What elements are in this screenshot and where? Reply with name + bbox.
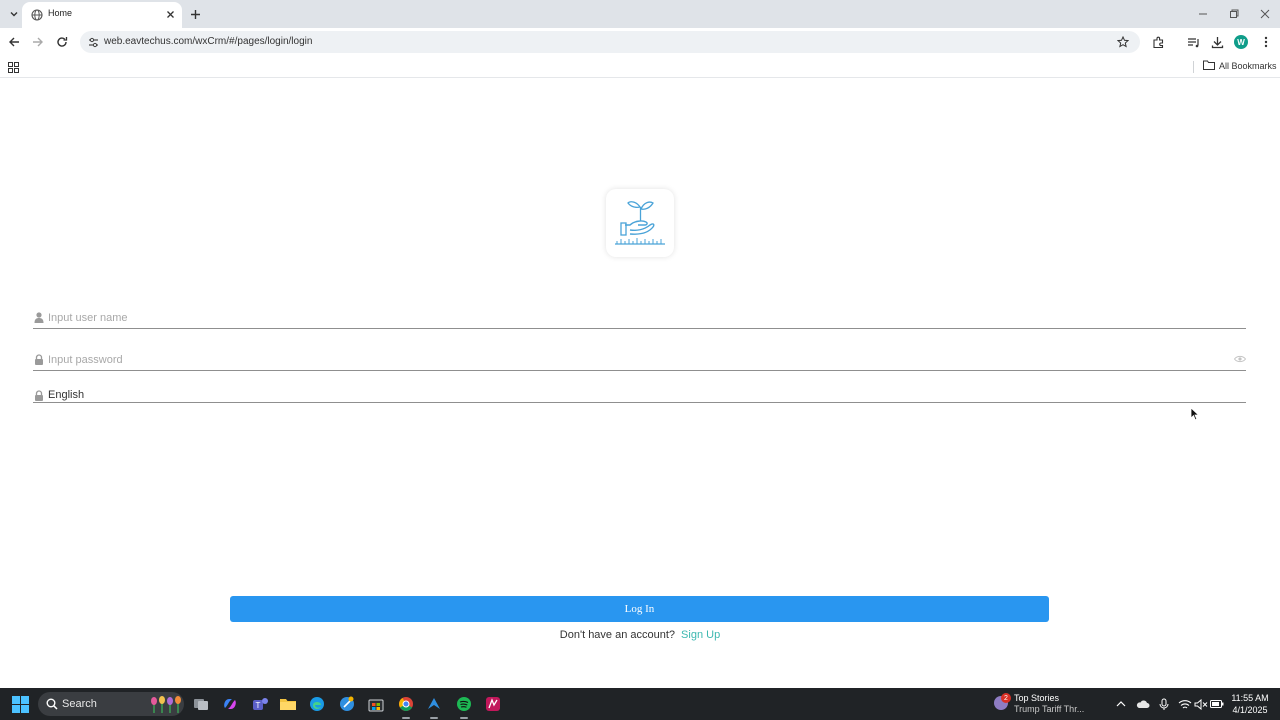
app-icon-pink[interactable]: [483, 694, 503, 714]
login-button[interactable]: Log In: [230, 596, 1049, 622]
minimize-icon[interactable]: [1187, 0, 1218, 28]
forward-arrow-icon[interactable]: [30, 34, 46, 50]
microsoft-store-icon[interactable]: [366, 694, 386, 714]
login-page: English Log In Don't have an account? Sig…: [0, 79, 1280, 688]
chevron-up-icon[interactable]: [1114, 697, 1128, 711]
apps-grid-icon[interactable]: [6, 60, 20, 74]
restore-icon[interactable]: [1218, 0, 1249, 28]
plant-in-hand-icon: [606, 189, 674, 257]
app-icon-blue-circle[interactable]: [337, 694, 357, 714]
copilot-icon[interactable]: [220, 694, 240, 714]
new-tab-plus-icon[interactable]: [188, 7, 202, 21]
onedrive-icon[interactable]: [1136, 697, 1150, 711]
signup-row: Don't have an account? Sign Up: [0, 629, 1280, 641]
taskbar: Search T 2 Top Stories Trump Tariff Thr.…: [0, 688, 1280, 720]
close-tab-icon[interactable]: [164, 8, 176, 20]
back-arrow-icon[interactable]: [6, 34, 22, 50]
news-badge: 2: [1001, 693, 1011, 703]
task-view-icon[interactable]: [191, 694, 211, 714]
user-icon: [33, 311, 45, 323]
windows-start-icon[interactable]: [12, 696, 29, 713]
microphone-icon[interactable]: [1157, 697, 1171, 711]
battery-icon[interactable]: [1210, 697, 1224, 711]
close-window-icon[interactable]: [1249, 0, 1280, 28]
news-title: Top Stories: [1014, 693, 1060, 703]
tab-title: Home: [48, 8, 73, 18]
browser-tab-strip: Home: [0, 0, 1280, 28]
file-explorer-icon[interactable]: [278, 694, 298, 714]
app-icon-blue-arrow[interactable]: [424, 694, 444, 719]
bookmarks-bar: All Bookmarks: [0, 56, 1280, 78]
teams-icon[interactable]: T: [250, 694, 270, 714]
extensions-puzzle-icon[interactable]: [1150, 34, 1166, 50]
clock-date: 4/1/2025: [1232, 705, 1268, 715]
signup-prompt: Don't have an account?: [559, 629, 676, 641]
tulips-icon: [151, 696, 181, 713]
username-input[interactable]: [48, 310, 1198, 326]
site-settings-icon[interactable]: [86, 35, 100, 49]
all-bookmarks-button[interactable]: All Bookmarks: [1203, 60, 1277, 72]
bookmarks-separator: [1193, 61, 1194, 73]
edge-icon[interactable]: [307, 694, 327, 714]
download-icon[interactable]: [1209, 34, 1225, 50]
search-label: Search: [62, 698, 97, 710]
language-value: English: [48, 389, 85, 401]
browser-menu-icon[interactable]: [1258, 34, 1274, 50]
language-field[interactable]: English: [33, 388, 1246, 403]
password-field: [33, 350, 1246, 371]
volume-muted-icon[interactable]: [1194, 697, 1208, 711]
system-clock[interactable]: 11:55 AM 4/1/2025: [1226, 692, 1274, 716]
eye-icon[interactable]: [1234, 353, 1246, 365]
wifi-icon[interactable]: [1178, 697, 1192, 711]
media-queue-icon[interactable]: [1185, 34, 1201, 50]
address-bar[interactable]: web.eavtechus.com/wxCrm/#/pages/login/lo…: [80, 31, 1140, 53]
globe-icon: [31, 8, 45, 22]
clock-time: 11:55 AM: [1231, 693, 1269, 703]
mouse-cursor-icon: [1190, 407, 1200, 421]
lock-icon: [33, 389, 45, 401]
news-subtitle: Trump Tariff Thr...: [1014, 704, 1085, 714]
lock-icon: [33, 353, 45, 365]
folder-icon: [1203, 60, 1215, 72]
all-bookmarks-label: All Bookmarks: [1219, 61, 1277, 71]
spotify-icon[interactable]: [454, 694, 474, 719]
browser-toolbar: web.eavtechus.com/wxCrm/#/pages/login/lo…: [0, 28, 1280, 56]
reload-icon[interactable]: [54, 34, 70, 50]
taskbar-search[interactable]: Search: [38, 692, 184, 716]
signup-link[interactable]: Sign Up: [681, 629, 720, 641]
browser-tab[interactable]: Home: [22, 2, 182, 28]
search-icon: [45, 697, 59, 711]
username-field: [33, 308, 1246, 329]
svg-text:T: T: [256, 701, 261, 710]
password-input[interactable]: [48, 352, 1198, 368]
profile-avatar[interactable]: W: [1234, 35, 1248, 49]
chrome-icon[interactable]: [396, 694, 416, 719]
bookmark-star-icon[interactable]: [1116, 35, 1130, 49]
url-text[interactable]: web.eavtechus.com/wxCrm/#/pages/login/lo…: [104, 36, 312, 47]
tab-search-chevron-icon[interactable]: [6, 6, 22, 22]
